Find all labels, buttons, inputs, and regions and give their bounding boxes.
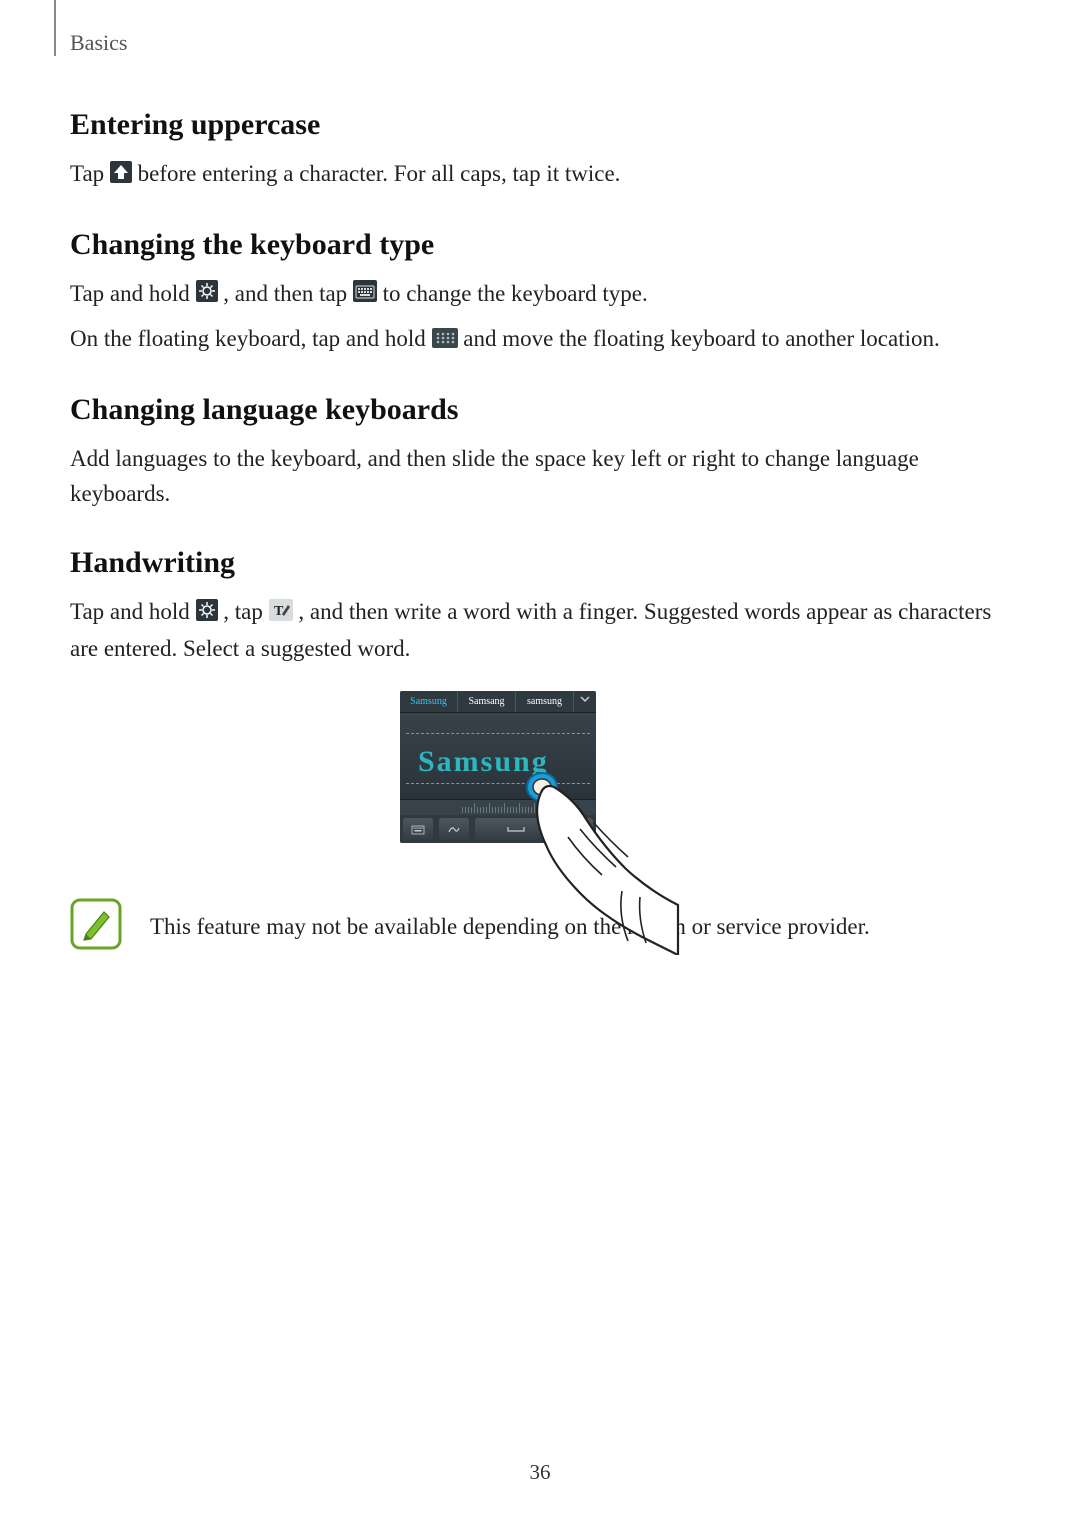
text-fragment: Tap: [70, 161, 110, 186]
text-fragment: On the floating keyboard, tap and hold: [70, 326, 432, 351]
svg-text:T: T: [274, 604, 284, 619]
manual-page: Basics Entering uppercase Tap before ent…: [0, 0, 1080, 1527]
text-fragment: to change the keyboard type.: [383, 281, 648, 306]
paragraph: Tap before entering a character. For all…: [70, 156, 1010, 194]
settings-gear-icon: [196, 596, 218, 632]
text-fragment: Tap and hold: [70, 599, 196, 624]
paragraph: On the floating keyboard, tap and hold a…: [70, 321, 1010, 359]
handwriting-stroke-key: [439, 818, 469, 840]
page-content: Entering uppercase Tap before entering a…: [70, 0, 1010, 955]
suggestion-word: Samsung: [400, 691, 458, 712]
header-rule: [54, 0, 56, 56]
text-fragment: and move the floating keyboard to anothe…: [463, 326, 939, 351]
heading-uppercase: Entering uppercase: [70, 108, 1010, 142]
keyboard-mode-key: [403, 818, 433, 840]
text-fragment: , tap: [223, 599, 268, 624]
heading-handwriting: Handwriting: [70, 546, 1010, 580]
settings-gear-icon: [196, 277, 218, 313]
notepad-pen-icon: [70, 898, 122, 955]
handwriting-figure: Samsung Samsang samsung Samsung: [70, 691, 1010, 848]
section-header: Basics: [70, 30, 127, 56]
heading-language-keyboards: Changing language keyboards: [70, 393, 1010, 427]
text-fragment: before entering a character. For all cap…: [138, 161, 621, 186]
heading-keyboard-type: Changing the keyboard type: [70, 228, 1010, 262]
keyboard-layout-icon: [353, 277, 377, 313]
pointing-hand-icon: [510, 745, 680, 955]
page-number: 36: [0, 1460, 1080, 1485]
paragraph: Add languages to the keyboard, and then …: [70, 441, 1010, 512]
paragraph: Tap and hold , and then tap to change th…: [70, 276, 1010, 314]
chevron-down-icon: [574, 691, 596, 712]
t-pen-icon: T: [269, 596, 293, 632]
text-fragment: Tap and hold: [70, 281, 196, 306]
suggestion-row: Samsung Samsang samsung: [400, 691, 596, 713]
suggestion-word: Samsang: [458, 691, 516, 712]
shift-icon: [110, 158, 132, 194]
suggestion-word: samsung: [516, 691, 574, 712]
text-fragment: , and then tap: [223, 281, 353, 306]
paragraph: Tap and hold , tap T , and then write a …: [70, 594, 1010, 667]
drag-handle-icon: [432, 323, 458, 359]
